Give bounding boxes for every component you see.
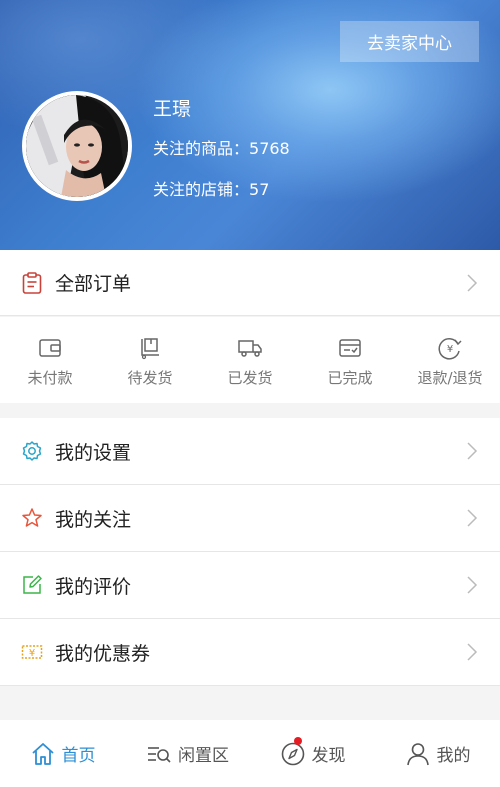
tab-discover[interactable]: 发现	[250, 736, 375, 767]
compass-icon	[281, 742, 304, 765]
bottom-tab-bar: 首页 闲置区 发现 我的	[0, 720, 500, 787]
user-name: 王璟	[153, 98, 192, 120]
menu-label: 我的设置	[55, 441, 132, 464]
menu-item-settings[interactable]: 我的设置	[0, 418, 500, 485]
tab-label: 发现	[311, 746, 346, 766]
coupon-icon: ¥	[21, 641, 43, 663]
order-status-row: 未付款 待发货 已发货 已完成 ¥ 退款/退货	[0, 317, 500, 403]
all-orders-label: 全部订单	[55, 273, 132, 295]
star-icon	[21, 507, 43, 529]
tab-label: 首页	[61, 746, 96, 766]
menu-label: 我的优惠券	[55, 642, 151, 665]
status-refund[interactable]: ¥ 退款/退货	[400, 317, 500, 403]
followed-shops-count: 57	[249, 180, 270, 199]
menu-item-follows[interactable]: 我的关注	[0, 485, 500, 552]
tab-label: 闲置区	[178, 746, 229, 766]
refund-icon: ¥	[438, 338, 462, 360]
tab-home[interactable]: 首页	[0, 741, 125, 767]
menu-item-coupons[interactable]: ¥ 我的优惠券	[0, 619, 500, 686]
status-label: 退款/退货	[417, 369, 483, 387]
completed-box-icon	[339, 339, 361, 357]
home-icon	[31, 742, 54, 765]
status-label: 已完成	[327, 369, 373, 387]
followed-goods-label: 关注的商品：	[153, 139, 250, 158]
menu-label: 我的评价	[55, 575, 132, 598]
avatar-portrait	[26, 95, 128, 197]
status-label: 已发货	[227, 369, 273, 387]
svg-text:¥: ¥	[447, 344, 453, 355]
clipboard-icon	[21, 271, 43, 294]
followed-goods[interactable]: 关注的商品：5768	[153, 135, 290, 159]
menu-item-reviews[interactable]: 我的评价	[0, 552, 500, 619]
all-orders-row[interactable]: 全部订单	[0, 250, 500, 316]
status-label: 待发货	[127, 369, 173, 387]
notification-dot	[294, 736, 302, 745]
package-icon	[141, 338, 159, 360]
avatar[interactable]	[22, 91, 132, 201]
status-to-ship[interactable]: 待发货	[100, 317, 200, 403]
tab-mine[interactable]: 我的	[375, 741, 500, 767]
followed-shops[interactable]: 关注的店铺：57	[153, 176, 269, 200]
person-icon	[406, 742, 429, 765]
wallet-icon	[39, 339, 61, 357]
chevron-right-icon	[467, 273, 478, 292]
chevron-right-icon	[467, 442, 478, 460]
status-completed[interactable]: 已完成	[300, 317, 400, 403]
profile-header: 去卖家中心 王璟 关注的商品：5768 关注的店铺：57	[0, 0, 500, 250]
menu-label: 我的关注	[55, 508, 132, 531]
pencil-icon	[21, 574, 43, 596]
followed-shops-label: 关注的店铺：	[153, 180, 250, 199]
gear-icon	[21, 440, 43, 462]
status-label: 未付款	[27, 369, 73, 387]
tab-idle-zone[interactable]: 闲置区	[125, 741, 250, 767]
tab-label: 我的	[436, 746, 471, 766]
list-search-icon	[148, 746, 171, 763]
settings-menu: 我的设置 我的关注 我的评价 ¥ 我的优惠券	[0, 418, 500, 686]
svg-text:¥: ¥	[29, 648, 35, 659]
followed-goods-count: 5768	[249, 139, 290, 158]
chevron-right-icon	[467, 509, 478, 527]
status-unpaid[interactable]: 未付款	[0, 317, 100, 403]
chevron-right-icon	[467, 643, 478, 661]
status-shipped[interactable]: 已发货	[200, 317, 300, 403]
truck-icon	[238, 340, 262, 357]
seller-center-button[interactable]: 去卖家中心	[340, 21, 479, 62]
chevron-right-icon	[467, 576, 478, 594]
